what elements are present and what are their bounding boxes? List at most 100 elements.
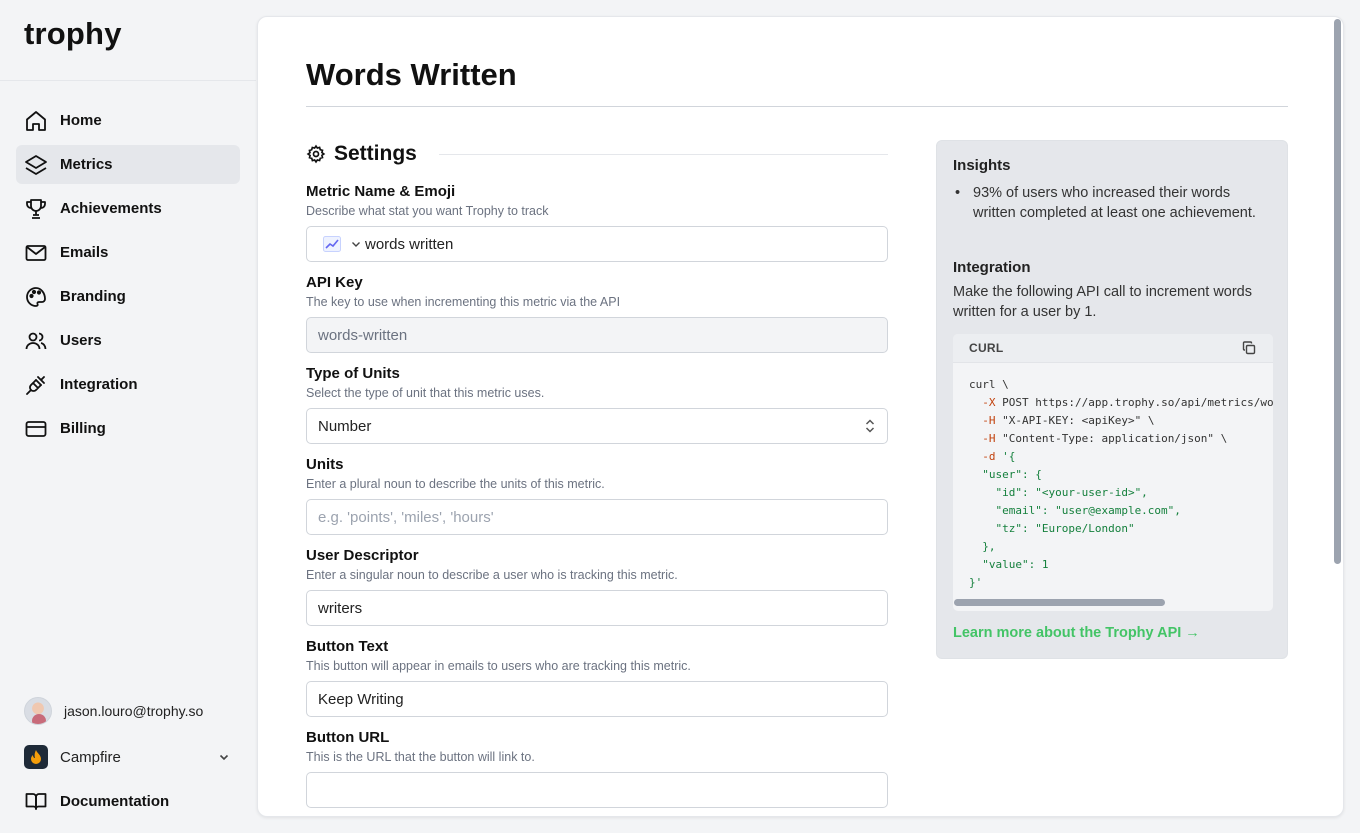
unit-type-field: Type of Units Select the type of unit th… (306, 365, 888, 444)
sidebar-item-branding[interactable]: Branding (16, 277, 240, 316)
button-text-input[interactable]: Keep Writing (306, 681, 888, 717)
emoji-picker[interactable] (323, 236, 361, 252)
sidebar-item-integration[interactable]: Integration (16, 365, 240, 404)
sidebar-item-label: Branding (60, 288, 126, 305)
insight-text: 93% of users who increased their words w… (973, 185, 1256, 221)
units-input[interactable]: e.g. 'points', 'miles', 'hours' (306, 499, 888, 535)
integration-description: Make the following API call to increment… (953, 284, 1252, 320)
code-header: CURL (953, 334, 1273, 363)
trophy-icon (24, 197, 48, 221)
api-key-value: words-written (318, 326, 408, 344)
org-name: Campfire (60, 748, 121, 766)
insights-heading: Insights (953, 157, 1011, 174)
user-email: jason.louro@trophy.so (64, 703, 204, 719)
api-key-input: words-written (306, 317, 888, 353)
code-horizontal-scrollbar[interactable] (954, 599, 1165, 606)
field-label: Type of Units (306, 365, 400, 382)
sidebar-item-achievements[interactable]: Achievements (16, 189, 240, 228)
field-label: Button URL (306, 729, 390, 746)
insights-list: • 93% of users who increased their words… (953, 183, 1263, 223)
field-label: User Descriptor (306, 547, 419, 564)
field-description: Enter a plural noun to describe the unit… (306, 477, 605, 491)
gear-icon (306, 144, 326, 164)
user-descriptor-input[interactable]: writers (306, 590, 888, 626)
field-label: API Key (306, 274, 363, 291)
field-description: This button will appear in emails to use… (306, 659, 691, 673)
integration-heading: Integration (953, 259, 1031, 276)
credit-card-icon (24, 417, 48, 441)
app-logo[interactable]: trophy (24, 16, 122, 52)
sidebar-item-label: Achievements (60, 200, 162, 217)
code-line: -H "X-API-KEY: <apiKey>" \ (969, 414, 1155, 427)
sidebar-item-users[interactable]: Users (16, 321, 240, 360)
sidebar-item-metrics[interactable]: Metrics (16, 145, 240, 184)
chart-increasing-emoji-icon (323, 236, 341, 252)
button-text-value: Keep Writing (318, 690, 404, 708)
field-description: Enter a singular noun to describe a user… (306, 568, 678, 582)
sidebar-nav: Home Metrics Achievements Emails Brandin… (16, 101, 240, 453)
settings-title: Settings (334, 142, 417, 165)
code-line: "value": 1 (969, 558, 1049, 571)
code-line: curl \ (969, 378, 1009, 391)
code-body: curl \ -X POST https://app.trophy.so/api… (953, 363, 1273, 595)
button-url-field: Button URL This is the URL that the butt… (306, 729, 888, 808)
settings-divider (438, 153, 888, 155)
sidebar-item-label: Users (60, 332, 102, 349)
insights-panel: Insights • 93% of users who increased th… (936, 140, 1288, 659)
button-url-input[interactable] (306, 772, 888, 808)
title-divider (306, 106, 1288, 107)
metric-name-value: words written (365, 235, 454, 253)
documentation-link[interactable]: Documentation (24, 789, 169, 813)
users-icon (24, 329, 48, 353)
sidebar: trophy Home Metrics Achievements Emails (0, 0, 256, 833)
units-field: Units Enter a plural noun to describe th… (306, 456, 888, 535)
campfire-logo-icon (24, 745, 48, 769)
org-switcher[interactable]: Campfire (24, 745, 232, 769)
sidebar-item-label: Home (60, 112, 102, 129)
metric-settings-form: Metric Name & Emoji Describe what stat y… (306, 183, 888, 816)
palette-icon (24, 285, 48, 309)
current-user[interactable]: jason.louro@trophy.so (24, 697, 203, 725)
user-descriptor-field: User Descriptor Enter a singular noun to… (306, 547, 888, 626)
unit-type-select[interactable]: Number (306, 408, 888, 444)
user-descriptor-value: writers (318, 599, 363, 617)
sidebar-item-home[interactable]: Home (16, 101, 240, 140)
code-snippet: CURL curl \ -X POST https://app.trophy.s… (953, 334, 1273, 611)
sidebar-divider (0, 80, 256, 81)
sidebar-item-label: Metrics (60, 156, 113, 173)
code-line: "id": "<your-user-id>", (969, 486, 1148, 499)
code-line: }' (969, 576, 983, 589)
learn-more-link[interactable]: Learn more about the Trophy API → (953, 625, 1200, 641)
main-panel: Words Written Settings Metric Name & Emo… (257, 16, 1344, 817)
code-line: }, (969, 540, 996, 553)
field-description: Select the type of unit that this metric… (306, 386, 545, 400)
sidebar-item-billing[interactable]: Billing (16, 409, 240, 448)
code-line: "email": "user@example.com", (969, 504, 1181, 517)
field-label: Metric Name & Emoji (306, 183, 456, 200)
code-language: CURL (969, 341, 1004, 355)
book-icon (24, 789, 48, 813)
code-line: -X POST https://app.trophy.so/api/metric… (969, 396, 1273, 409)
field-description: This is the URL that the button will lin… (306, 750, 535, 764)
layers-icon (24, 153, 48, 177)
sidebar-item-emails[interactable]: Emails (16, 233, 240, 272)
chevron-down-icon (352, 242, 360, 247)
mail-icon (24, 241, 48, 265)
documentation-label: Documentation (60, 792, 170, 810)
field-label: Button Text (306, 638, 389, 655)
copy-icon[interactable] (1241, 340, 1257, 356)
field-description: The key to use when incrementing this me… (306, 295, 621, 309)
chevron-down-icon (216, 749, 232, 765)
list-item: • 93% of users who increased their words… (953, 183, 1263, 223)
sidebar-item-label: Integration (60, 376, 138, 393)
units-placeholder: e.g. 'points', 'miles', 'hours' (318, 508, 494, 526)
code-line: "tz": "Europe/London" (969, 522, 1135, 535)
settings-section-header: Settings (306, 142, 888, 166)
main-scrollbar[interactable] (1334, 19, 1341, 564)
field-label: Units (306, 456, 344, 473)
unit-type-value: Number (318, 417, 372, 435)
code-line: -H "Content-Type: application/json" \ (969, 432, 1228, 445)
metric-name-input[interactable]: words written (306, 226, 888, 262)
sidebar-item-label: Emails (60, 244, 109, 261)
code-line: "user": { (969, 468, 1042, 481)
